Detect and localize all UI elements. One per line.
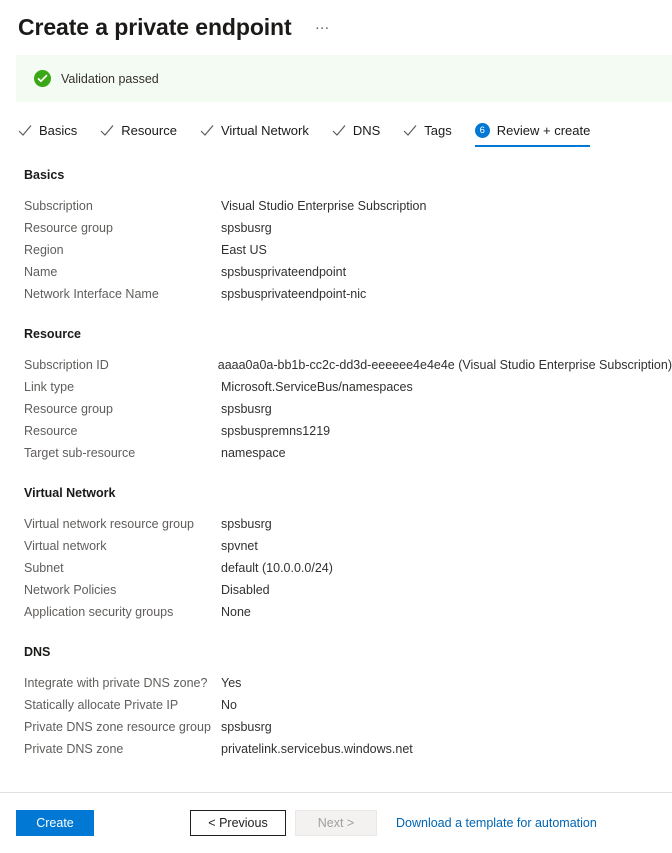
tab-dns[interactable]: DNS — [332, 121, 380, 147]
next-button: Next > — [295, 810, 377, 836]
row-value: Microsoft.ServiceBus/namespaces — [221, 380, 413, 394]
row-value: namespace — [221, 446, 286, 460]
row-label: Subscription — [24, 199, 93, 213]
summary-row: Application security groups None — [0, 601, 672, 623]
page-title: Create a private endpoint — [18, 14, 292, 40]
tab-label: Resource — [121, 123, 177, 138]
row-value: spsbusrg — [221, 517, 272, 531]
section-basics: Basics Subscription Visual Studio Enterp… — [0, 168, 672, 305]
section-resource: Resource Subscription ID aaaa0a0a-bb1b-c… — [0, 327, 672, 464]
row-value: Disabled — [221, 583, 270, 597]
row-label: Virtual network — [24, 539, 107, 553]
tab-label: Virtual Network — [220, 123, 309, 138]
summary-row: Virtual network spvnet — [0, 535, 672, 557]
row-value: spvnet — [221, 539, 258, 553]
row-label: Network Policies — [24, 583, 117, 597]
row-label: Application security groups — [24, 605, 174, 619]
summary-row: Region East US — [0, 239, 672, 261]
download-template-link[interactable]: Download a template for automation — [396, 816, 597, 830]
check-icon — [403, 124, 417, 136]
review-summary: Basics Subscription Visual Studio Enterp… — [0, 168, 672, 782]
row-value: spsbusprivateendpoint-nic — [221, 287, 367, 301]
summary-row: Subscription ID aaaa0a0a-bb1b-cc2c-dd3d-… — [0, 354, 672, 376]
summary-row: Private DNS zone resource group spsbusrg — [0, 716, 672, 738]
validation-banner-text: Validation passed — [61, 71, 159, 86]
tab-label: Review + create — [496, 123, 591, 138]
summary-row: Name spsbusprivateendpoint — [0, 261, 672, 283]
tab-label: DNS — [352, 123, 381, 138]
row-value: default (10.0.0.0/24) — [221, 561, 333, 575]
summary-row: Resource group spsbusrg — [0, 217, 672, 239]
row-label: Resource group — [24, 402, 113, 416]
row-value: None — [221, 605, 251, 619]
summary-row: Link type Microsoft.ServiceBus/namespace… — [0, 376, 672, 398]
summary-row: Private DNS zone privatelink.servicebus.… — [0, 738, 672, 760]
summary-row: Integrate with private DNS zone? Yes — [0, 672, 672, 694]
section-title: DNS — [24, 645, 51, 659]
row-value: spsbusrg — [221, 720, 272, 734]
tab-tags[interactable]: Tags — [403, 121, 452, 147]
section-dns: DNS Integrate with private DNS zone? Yes… — [0, 645, 672, 760]
summary-row: Subnet default (10.0.0.0/24) — [0, 557, 672, 579]
tab-resource[interactable]: Resource — [100, 121, 177, 147]
row-value: No — [221, 698, 237, 712]
summary-row: Statically allocate Private IP No — [0, 694, 672, 716]
summary-row: Network Interface Name spsbusprivateendp… — [0, 283, 672, 305]
more-options-icon[interactable]: … — [310, 14, 336, 41]
check-icon — [200, 124, 214, 136]
tab-virtual-network[interactable]: Virtual Network — [200, 121, 309, 147]
row-value: spsbusrg — [221, 402, 272, 416]
tab-label: Basics — [39, 123, 78, 138]
section-title: Resource — [24, 327, 81, 341]
row-label: Target sub-resource — [24, 446, 136, 460]
check-icon — [100, 124, 114, 136]
wizard-tabs: Basics Resource Virtual Network DNS Tags — [18, 121, 590, 147]
section-virtual-network: Virtual Network Virtual network resource… — [0, 486, 672, 623]
previous-button[interactable]: < Previous — [190, 810, 286, 836]
row-label: Statically allocate Private IP — [24, 698, 179, 712]
tab-basics[interactable]: Basics — [18, 121, 77, 147]
row-value: East US — [221, 243, 267, 257]
row-label: Resource group — [24, 221, 113, 235]
tab-label: Tags — [424, 123, 452, 138]
footer-actions: Create < Previous Next > Download a temp… — [0, 793, 672, 853]
summary-row: Resource group spsbusrg — [0, 398, 672, 420]
row-label: Resource — [24, 424, 78, 438]
row-label: Integrate with private DNS zone? — [24, 676, 208, 690]
section-title: Virtual Network — [24, 486, 116, 500]
row-label: Link type — [24, 380, 75, 394]
summary-row: Virtual network resource group spsbusrg — [0, 513, 672, 535]
create-button[interactable]: Create — [16, 810, 94, 836]
row-value: Visual Studio Enterprise Subscription — [221, 199, 427, 213]
create-private-endpoint-page: Create a private endpoint … Validation p… — [0, 0, 672, 853]
row-value: aaaa0a0a-bb1b-cc2c-dd3d-eeeeee4e4e4e (Vi… — [217, 358, 672, 372]
row-label: Subscription ID — [24, 358, 109, 372]
title-row: Create a private endpoint … — [0, 0, 672, 44]
row-label: Subnet — [24, 561, 64, 575]
row-label: Private DNS zone — [24, 742, 124, 756]
check-icon — [332, 124, 346, 136]
row-value: Yes — [221, 676, 242, 690]
check-icon — [18, 124, 32, 136]
row-label: Network Interface Name — [24, 287, 159, 301]
row-value: spsbusrg — [221, 221, 272, 235]
row-value: spsbusprivateendpoint — [221, 265, 347, 279]
row-label: Region — [24, 243, 64, 257]
row-label: Name — [24, 265, 58, 279]
summary-row: Target sub-resource namespace — [0, 442, 672, 464]
check-circle-icon — [34, 70, 51, 87]
row-label: Private DNS zone resource group — [24, 720, 211, 734]
summary-row: Subscription Visual Studio Enterprise Su… — [0, 195, 672, 217]
row-value: privatelink.servicebus.windows.net — [221, 742, 413, 756]
row-label: Virtual network resource group — [24, 517, 194, 531]
section-title: Basics — [24, 168, 65, 182]
tab-review-create[interactable]: 6 Review + create — [474, 121, 591, 147]
summary-row: Network Policies Disabled — [0, 579, 672, 601]
step-number-badge: 6 — [474, 123, 490, 138]
row-value: spsbuspremns1219 — [221, 424, 331, 438]
validation-banner: Validation passed — [16, 55, 672, 102]
summary-row: Resource spsbuspremns1219 — [0, 420, 672, 442]
